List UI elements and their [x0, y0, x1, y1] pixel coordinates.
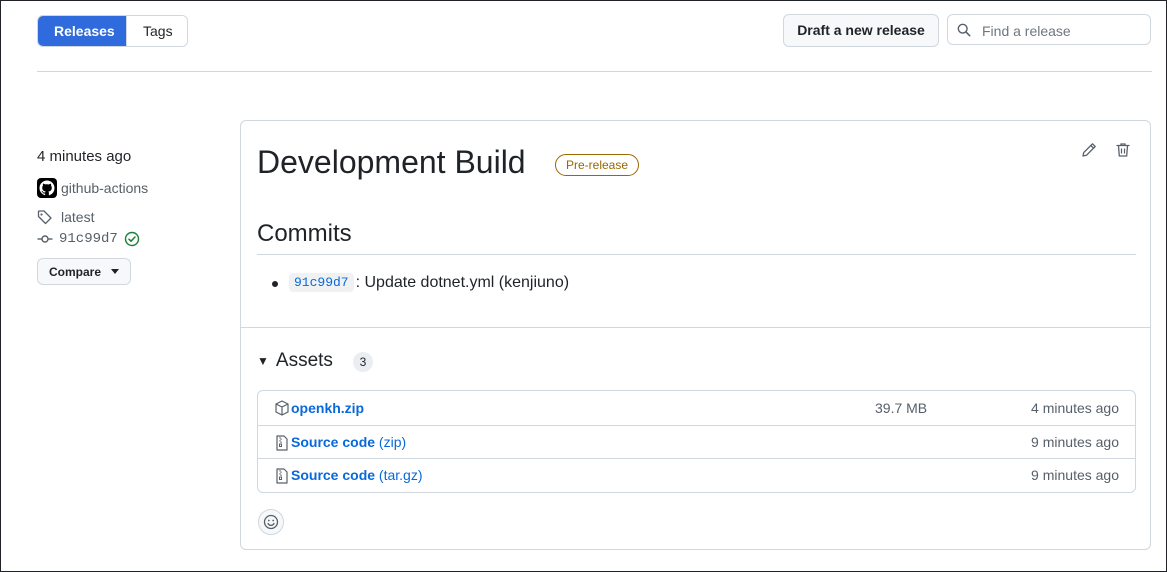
- list-bullet: [272, 281, 278, 287]
- asset-time: 9 minutes ago: [1031, 467, 1119, 483]
- commits-heading: Commits: [257, 220, 352, 247]
- asset-time: 9 minutes ago: [1031, 434, 1119, 450]
- verified-check-icon: [124, 231, 140, 247]
- commits-divider: [257, 254, 1136, 255]
- release-time: 4 minutes ago: [37, 148, 132, 165]
- tag-icon: [37, 210, 52, 225]
- asset-row: Source code (tar.gz) 9 minutes ago: [258, 458, 1135, 491]
- asset-link[interactable]: Source code (zip): [291, 434, 406, 450]
- asset-row: openkh.zip 39.7 MB 4 minutes ago: [258, 391, 1135, 424]
- asset-name: Source code: [291, 467, 376, 483]
- compare-label: Compare: [48, 264, 101, 279]
- commit-sha-link[interactable]: 91c99d7: [289, 273, 354, 292]
- assets-heading: Assets: [275, 350, 333, 371]
- assets-list: openkh.zip 39.7 MB 4 minutes ago Source …: [257, 390, 1136, 493]
- asset-link[interactable]: Source code (tar.gz): [291, 467, 423, 483]
- author-name: github-actions: [61, 180, 149, 196]
- trash-icon[interactable]: [1115, 142, 1131, 158]
- asset-row: Source code (zip) 9 minutes ago: [258, 425, 1135, 458]
- file-zip-icon: [276, 435, 288, 451]
- asset-ext: (zip): [375, 434, 407, 450]
- search-icon: [957, 23, 971, 37]
- tab-releases[interactable]: Releases: [38, 16, 126, 46]
- compare-button[interactable]: Compare: [37, 258, 131, 285]
- releases-tags-toggle: Releases Tags: [37, 15, 188, 47]
- tab-tags[interactable]: Tags: [126, 16, 187, 46]
- add-reaction-button[interactable]: [258, 509, 284, 535]
- asset-time: 4 minutes ago: [1031, 399, 1119, 416]
- asset-link[interactable]: openkh.zip: [291, 400, 364, 416]
- prerelease-badge: Pre-release: [555, 154, 640, 176]
- assets-count-badge: 3: [353, 352, 373, 372]
- asset-name: Source code: [291, 434, 376, 450]
- release-author[interactable]: github-actions: [37, 178, 148, 198]
- commit-message: : Update dotnet.yml (kenjiuno): [355, 273, 570, 291]
- triangle-down-icon: [111, 269, 119, 274]
- pencil-icon[interactable]: [1081, 142, 1097, 158]
- release-tag[interactable]: latest: [37, 209, 94, 225]
- github-avatar-icon: [37, 178, 57, 198]
- release-search: [947, 14, 1151, 45]
- git-commit-icon: [37, 235, 53, 243]
- draft-new-release-button[interactable]: Draft a new release: [783, 14, 939, 47]
- triangle-down-icon: ▼: [257, 354, 269, 368]
- smiley-icon: [263, 514, 279, 530]
- asset-size: 39.7 MB: [875, 399, 928, 416]
- release-title[interactable]: Development Build: [257, 144, 526, 181]
- search-input[interactable]: [980, 19, 1149, 43]
- toolbar-divider: [37, 71, 1152, 72]
- asset-ext: (tar.gz): [375, 467, 423, 483]
- card-section-divider: [241, 327, 1151, 328]
- tag-name: latest: [61, 209, 95, 225]
- commit-list-item: 91c99d7 : Update dotnet.yml (kenjiuno): [289, 273, 569, 292]
- assets-toggle[interactable]: ▼ Assets: [257, 350, 333, 372]
- release-commit[interactable]: 91c99d7: [37, 231, 140, 247]
- file-zip-icon: [276, 468, 288, 484]
- asset-name: openkh.zip: [291, 399, 365, 416]
- commit-sha: 91c99d7: [59, 231, 118, 247]
- package-icon: [275, 400, 289, 416]
